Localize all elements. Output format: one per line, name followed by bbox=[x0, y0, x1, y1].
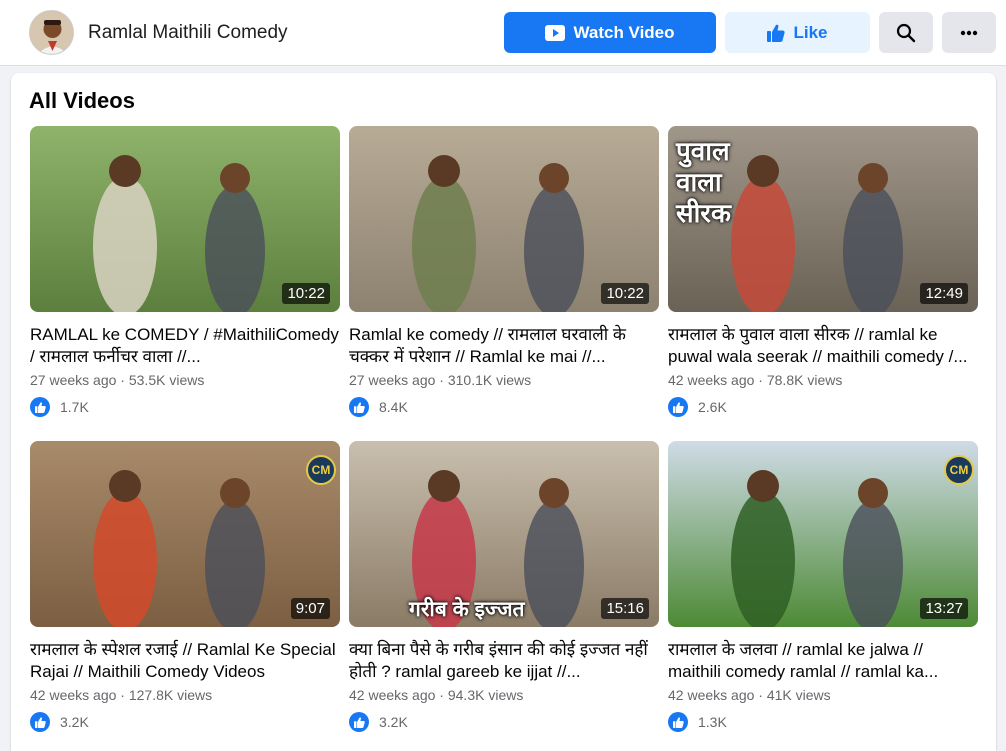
channel-badge: CM bbox=[306, 455, 336, 485]
video-age: 27 weeks ago bbox=[349, 372, 436, 388]
play-video-icon bbox=[545, 24, 566, 41]
like-icon bbox=[349, 712, 369, 732]
video-meta: 42 weeks ago · 127.8K views bbox=[30, 687, 340, 703]
video-thumbnail[interactable]: गरीब के इज्जत 15:16 bbox=[349, 441, 659, 627]
video-duration: 9:07 bbox=[290, 598, 330, 619]
video-views: 310.1K views bbox=[447, 372, 532, 388]
like-count: 1.3K bbox=[698, 714, 727, 730]
like-count: 8.4K bbox=[379, 399, 408, 415]
video-card[interactable]: CM 13:27 रामलाल के जलवा // ramlal ke jalwa… bbox=[668, 441, 978, 732]
video-age: 42 weeks ago bbox=[668, 687, 755, 703]
page-avatar[interactable] bbox=[29, 10, 74, 55]
like-icon bbox=[668, 397, 688, 417]
like-page-button[interactable]: Like bbox=[725, 12, 870, 53]
video-likes[interactable]: 1.3K bbox=[668, 712, 978, 732]
video-views: 94.3K views bbox=[447, 687, 524, 703]
meta-separator: · bbox=[754, 372, 767, 388]
video-card[interactable]: 10:22 Ramlal ke comedy // रामलाल घरवाली क… bbox=[349, 126, 659, 417]
video-card[interactable]: पुवाल वाला सीरक 12:49 रामलाल के पुवाल वाला… bbox=[668, 126, 978, 417]
thumbs-up-icon bbox=[767, 24, 786, 42]
page-header: Ramlal Maithili Comedy Watch Video Like bbox=[0, 0, 1006, 66]
meta-separator: · bbox=[116, 687, 129, 703]
thumbnail-caption: गरीब के इज्जत bbox=[409, 598, 525, 621]
video-age: 42 weeks ago bbox=[30, 687, 117, 703]
videos-card: All Videos 10:22 RAMLAL ke COMEDY / #Mait… bbox=[11, 73, 996, 751]
video-duration: 15:16 bbox=[601, 598, 649, 619]
video-likes[interactable]: 2.6K bbox=[668, 397, 978, 417]
like-icon bbox=[30, 712, 50, 732]
video-meta: 42 weeks ago · 94.3K views bbox=[349, 687, 659, 703]
video-duration: 10:22 bbox=[601, 283, 649, 304]
video-views: 78.8K views bbox=[766, 372, 843, 388]
meta-separator: · bbox=[754, 687, 767, 703]
like-count: 3.2K bbox=[379, 714, 408, 730]
video-thumbnail[interactable]: 10:22 bbox=[30, 126, 340, 312]
video-meta: 42 weeks ago · 41K views bbox=[668, 687, 978, 703]
more-options-button[interactable] bbox=[942, 12, 996, 53]
video-likes[interactable]: 3.2K bbox=[30, 712, 340, 732]
search-button[interactable] bbox=[879, 12, 933, 53]
video-card[interactable]: CM 9:07 रामलाल के स्पेशल रजाई // Ramlal Ke… bbox=[30, 441, 340, 732]
video-card[interactable]: गरीब के इज्जत 15:16 क्या बिना पैसे के गरीब… bbox=[349, 441, 659, 732]
video-thumbnail[interactable]: CM 9:07 bbox=[30, 441, 340, 627]
video-title[interactable]: Ramlal ke comedy // रामलाल घरवाली के चक्… bbox=[349, 324, 661, 368]
watch-video-button[interactable]: Watch Video bbox=[504, 12, 716, 53]
section-title: All Videos bbox=[29, 88, 135, 113]
video-title[interactable]: रामलाल के स्पेशल रजाई // Ramlal Ke Speci… bbox=[30, 639, 342, 683]
like-icon bbox=[349, 397, 369, 417]
video-meta: 27 weeks ago · 310.1K views bbox=[349, 372, 659, 388]
like-label: Like bbox=[793, 22, 828, 42]
video-card[interactable]: 10:22 RAMLAL ke COMEDY / #MaithiliComedy … bbox=[30, 126, 340, 417]
video-duration: 10:22 bbox=[282, 283, 330, 304]
video-thumbnail[interactable]: CM 13:27 bbox=[668, 441, 978, 627]
video-duration: 12:49 bbox=[920, 283, 968, 304]
meta-separator: · bbox=[435, 687, 448, 703]
meta-separator: · bbox=[435, 372, 448, 388]
video-likes[interactable]: 3.2K bbox=[349, 712, 659, 732]
video-age: 42 weeks ago bbox=[349, 687, 436, 703]
video-views: 53.5K views bbox=[128, 372, 205, 388]
video-title[interactable]: रामलाल के पुवाल वाला सीरक // ramlal ke p… bbox=[668, 324, 980, 368]
page-name[interactable]: Ramlal Maithili Comedy bbox=[88, 22, 288, 44]
video-duration: 13:27 bbox=[920, 598, 968, 619]
like-count: 2.6K bbox=[698, 399, 727, 415]
video-title[interactable]: क्या बिना पैसे के गरीब इंसान की कोई इज्ज… bbox=[349, 639, 661, 683]
video-title[interactable]: RAMLAL ke COMEDY / #MaithiliComedy / राम… bbox=[30, 324, 342, 368]
like-icon bbox=[30, 397, 50, 417]
meta-separator: · bbox=[116, 372, 129, 388]
video-title[interactable]: रामलाल के जलवा // ramlal ke jalwa // mai… bbox=[668, 639, 980, 683]
channel-badge: CM bbox=[944, 455, 974, 485]
video-meta: 42 weeks ago · 78.8K views bbox=[668, 372, 978, 388]
thumbnail-overlay-text: पुवाल वाला सीरक bbox=[676, 136, 731, 229]
watch-video-label: Watch Video bbox=[573, 22, 675, 42]
like-count: 3.2K bbox=[60, 714, 89, 730]
video-age: 27 weeks ago bbox=[30, 372, 117, 388]
like-icon bbox=[668, 712, 688, 732]
video-views: 127.8K views bbox=[128, 687, 213, 703]
like-count: 1.7K bbox=[60, 399, 89, 415]
video-likes[interactable]: 1.7K bbox=[30, 397, 340, 417]
video-views: 41K views bbox=[766, 687, 831, 703]
video-age: 42 weeks ago bbox=[668, 372, 755, 388]
video-thumbnail[interactable]: पुवाल वाला सीरक 12:49 bbox=[668, 126, 978, 312]
ellipsis-icon bbox=[960, 30, 978, 36]
video-meta: 27 weeks ago · 53.5K views bbox=[30, 372, 340, 388]
search-icon bbox=[896, 23, 916, 43]
video-likes[interactable]: 8.4K bbox=[349, 397, 659, 417]
video-thumbnail[interactable]: 10:22 bbox=[349, 126, 659, 312]
